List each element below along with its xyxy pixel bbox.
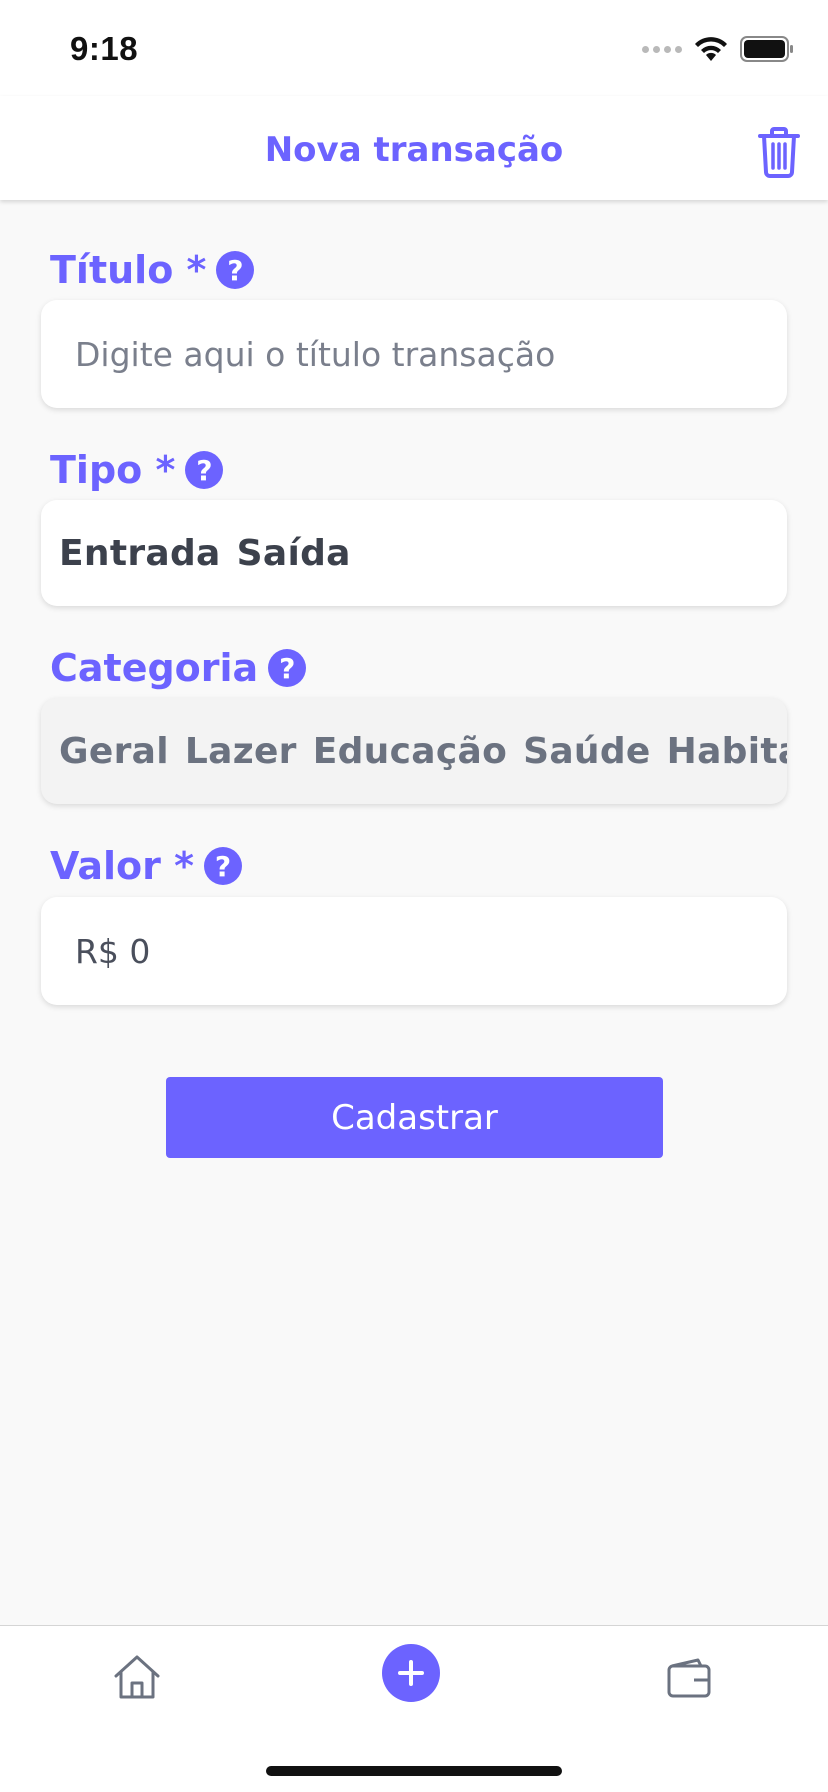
tab-add[interactable]	[382, 1644, 440, 1702]
title-field-box	[41, 300, 787, 408]
wifi-icon	[695, 37, 727, 61]
type-selector: Entrada Saída	[41, 500, 787, 606]
category-help-icon[interactable]: ?	[268, 649, 307, 687]
header: Nova transação	[0, 96, 828, 200]
category-selector[interactable]: Geral Lazer Educação Saúde Habitação	[41, 698, 787, 804]
type-label-text: Tipo *	[50, 448, 176, 492]
delete-button[interactable]	[756, 126, 802, 178]
battery-icon	[740, 36, 793, 62]
title-input[interactable]	[41, 300, 787, 408]
tab-wallet[interactable]	[666, 1656, 712, 1702]
type-help-icon[interactable]: ?	[185, 451, 224, 489]
type-option-saida[interactable]: Saída	[229, 533, 359, 574]
add-icon	[398, 1660, 424, 1686]
wallet-icon	[667, 1658, 711, 1698]
submit-button[interactable]: Cadastrar	[166, 1077, 663, 1158]
tab-home[interactable]	[112, 1652, 162, 1702]
home-indicator	[266, 1766, 562, 1776]
amount-label: Valor * ?	[50, 844, 242, 888]
trash-icon	[758, 127, 800, 178]
category-option-educacao[interactable]: Educação	[305, 731, 515, 772]
status-bar: 9:18	[0, 0, 828, 96]
category-option-lazer[interactable]: Lazer	[177, 731, 305, 772]
category-option-saude[interactable]: Saúde	[515, 731, 659, 772]
amount-field-box	[41, 897, 787, 1005]
amount-help-icon[interactable]: ?	[203, 847, 242, 885]
type-label: Tipo * ?	[50, 448, 224, 492]
status-time: 9:18	[70, 30, 139, 67]
category-label-text: Categoria	[50, 646, 259, 690]
title-label-text: Título *	[50, 248, 207, 292]
category-option-geral[interactable]: Geral	[51, 731, 177, 772]
signal-icon	[642, 45, 682, 53]
page-title: Nova transação	[264, 130, 564, 170]
home-icon	[114, 1655, 160, 1699]
type-option-entrada[interactable]: Entrada	[51, 533, 229, 574]
category-label: Categoria ?	[50, 646, 307, 690]
status-icons	[642, 34, 794, 64]
category-option-habitacao[interactable]: Habitação	[659, 731, 787, 772]
title-help-icon[interactable]: ?	[216, 251, 255, 289]
amount-label-text: Valor *	[50, 844, 194, 888]
amount-input[interactable]	[41, 897, 787, 1005]
app-screen: 9:18 Nova transação Título * ? Digite aq…	[0, 0, 828, 1792]
title-label: Título * ?	[50, 248, 255, 292]
